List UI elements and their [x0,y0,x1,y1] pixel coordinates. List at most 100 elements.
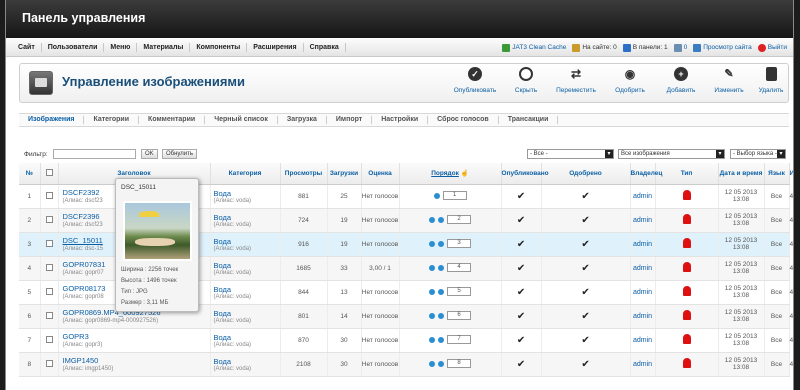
delete-button[interactable]: Удалить [753,67,789,94]
published-check-icon[interactable]: ✔ [517,311,525,322]
tab-blacklist[interactable]: Черный список [205,116,278,124]
state-select[interactable]: - Все - [527,149,614,159]
order-up-icon[interactable] [429,240,435,247]
approved-check-icon[interactable]: ✔ [581,239,589,250]
tab-reset-votes[interactable]: Сброс голосов [428,116,499,124]
tab-upload[interactable]: Загрузка [278,116,327,124]
order-down-icon[interactable] [438,288,444,295]
menu-site[interactable]: Сайт [12,42,42,52]
published-check-icon[interactable]: ✔ [517,359,525,370]
images-select[interactable]: Все изображения [618,149,725,159]
row-checkbox[interactable] [45,359,53,367]
edit-button[interactable]: ✎ Изменить [707,67,751,94]
tab-settings[interactable]: Настройки [372,116,429,124]
approved-check-icon[interactable]: ✔ [581,215,589,226]
order-up-icon[interactable] [429,360,435,367]
menu-help[interactable]: Справка [304,42,346,52]
order-down-icon[interactable] [438,336,444,343]
publish-button[interactable]: ✓ Опубликовать [453,67,497,94]
col-approved[interactable]: Одобрено [541,163,631,185]
owner-link[interactable]: admin [633,241,652,248]
tab-images[interactable]: Изображения [19,116,85,124]
owner-link[interactable]: admin [633,217,652,224]
row-checkbox[interactable] [45,239,53,247]
menu-extensions[interactable]: Расширения [247,42,304,52]
order-input[interactable]: 8 [447,359,471,369]
order-input[interactable]: 5 [447,287,471,297]
order-input[interactable]: 3 [447,239,471,249]
menu-content[interactable]: Материалы [137,42,191,52]
row-checkbox[interactable] [45,311,53,319]
col-order[interactable]: Порядок ☝ [399,163,502,185]
col-type[interactable]: Тип [655,163,719,185]
order-up-icon[interactable] [429,336,435,343]
filter-reset-button[interactable]: Обнулить [162,149,198,159]
col-category[interactable]: Категория [210,163,281,185]
select-all-checkbox[interactable] [45,168,53,176]
order-up-icon[interactable] [429,264,435,271]
published-check-icon[interactable]: ✔ [517,263,525,274]
order-down-icon[interactable] [438,216,444,223]
approved-check-icon[interactable]: ✔ [581,359,589,370]
category-link[interactable]: Вода [211,213,280,222]
view-site-link[interactable]: Просмотр сайта [693,43,752,52]
owner-link[interactable]: admin [633,289,652,296]
order-down-icon[interactable] [438,264,444,271]
order-input[interactable]: 2 [447,215,471,225]
col-owner[interactable]: Владелец [630,163,662,185]
filter-input[interactable] [53,149,136,159]
row-checkbox[interactable] [45,335,53,343]
row-checkbox[interactable] [45,191,53,199]
category-link[interactable]: Вода [211,285,280,294]
language-select[interactable]: - Выбор языка - [730,149,786,159]
tab-import[interactable]: Импорт [327,116,373,124]
col-datetime[interactable]: Дата и время [718,163,765,185]
messages-link[interactable]: 0 [673,43,687,52]
order-input[interactable]: 7 [447,335,471,345]
col-published[interactable]: Опубликовано [501,163,549,185]
order-up-icon[interactable] [429,312,435,319]
clean-cache-link[interactable]: JAT3 Clean Cache [502,43,566,52]
col-rating[interactable]: Оценка [361,163,400,185]
order-input[interactable]: 1 [442,191,467,201]
owner-link[interactable]: admin [633,337,652,344]
approved-check-icon[interactable]: ✔ [581,191,589,202]
category-link[interactable]: Вода [211,309,280,318]
add-button[interactable]: + Добавить [659,67,703,94]
approved-check-icon[interactable]: ✔ [581,335,589,346]
owner-link[interactable]: admin [633,193,652,200]
image-title-link[interactable]: GOPR3 [63,332,210,341]
image-title-link[interactable]: IMGP1450 [63,356,210,365]
order-down-icon[interactable] [433,192,440,199]
published-check-icon[interactable]: ✔ [517,191,525,202]
row-checkbox[interactable] [45,287,53,295]
published-check-icon[interactable]: ✔ [517,239,525,250]
col-downloads[interactable]: Загрузки [327,163,362,185]
category-link[interactable]: Вода [211,261,280,270]
filter-ok-button[interactable]: OK [141,149,158,159]
published-check-icon[interactable]: ✔ [517,215,525,226]
published-check-icon[interactable]: ✔ [517,335,525,346]
unpublish-button[interactable]: Скрыть [504,67,548,94]
category-link[interactable]: Вода [211,333,280,342]
order-up-icon[interactable] [429,216,435,223]
category-link[interactable]: Вода [211,189,280,198]
order-down-icon[interactable] [438,360,444,367]
approved-check-icon[interactable]: ✔ [581,287,589,298]
tab-transactions[interactable]: Трансакции [499,116,559,124]
row-checkbox[interactable] [45,263,53,271]
row-checkbox[interactable] [45,215,53,223]
category-link[interactable]: Вода [211,237,280,246]
logout-link[interactable]: Выйти [757,43,787,52]
order-down-icon[interactable] [438,312,444,319]
owner-link[interactable]: admin [633,313,652,320]
tab-comments[interactable]: Комментарии [139,116,206,124]
approve-button[interactable]: ◉ Одобрить [608,67,652,94]
owner-link[interactable]: admin [633,361,652,368]
order-down-icon[interactable] [438,240,444,247]
approved-check-icon[interactable]: ✔ [581,311,589,322]
approved-check-icon[interactable]: ✔ [581,263,589,274]
col-lang[interactable]: Язык [764,163,790,185]
category-link[interactable]: Вода [211,357,280,366]
menu-menus[interactable]: Меню [104,42,138,52]
